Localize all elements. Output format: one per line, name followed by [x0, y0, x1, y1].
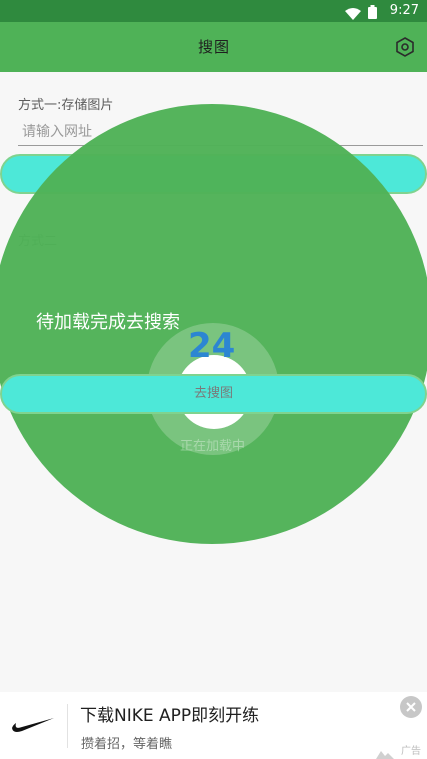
settings-button[interactable]: [395, 37, 415, 57]
nike-swoosh-icon: [10, 710, 56, 736]
battery-icon: [368, 4, 377, 23]
ad-subtitle: 攒着招，等着瞧: [81, 737, 173, 752]
page-title: 搜图: [198, 38, 231, 56]
main-content: 方式一:存储图片 方式二 待加载完成去搜索 24 去搜图 正在加载中: [0, 72, 427, 692]
method1-label: 方式一:存储图片: [18, 98, 114, 113]
method1-button[interactable]: [0, 154, 427, 194]
status-time: 9:27: [389, 3, 419, 18]
loading-message: 待加载完成去搜索: [36, 312, 180, 333]
ad-badge: 广告: [401, 746, 421, 757]
gear-icon: [396, 37, 414, 57]
loading-ghost-label: 正在加载中: [180, 439, 246, 454]
ad-banner[interactable]: 下载NIKE APP即刻开练 攒着招，等着瞧 广告: [0, 692, 427, 759]
ad-title[interactable]: 下载NIKE APP即刻开练: [80, 701, 259, 726]
ad-close-button[interactable]: [400, 696, 422, 718]
method2-label: 方式二: [18, 234, 58, 249]
countdown-counter: 24: [188, 326, 236, 366]
url-input-wrapper: [18, 118, 423, 146]
url-input[interactable]: [18, 118, 423, 145]
status-bar: 9:27: [0, 0, 427, 22]
close-icon: [406, 702, 416, 712]
search-image-button[interactable]: 去搜图: [0, 374, 427, 414]
ad-mark-icon: [376, 744, 394, 759]
ad-divider: [67, 704, 68, 748]
app-bar: 搜图: [0, 22, 427, 72]
